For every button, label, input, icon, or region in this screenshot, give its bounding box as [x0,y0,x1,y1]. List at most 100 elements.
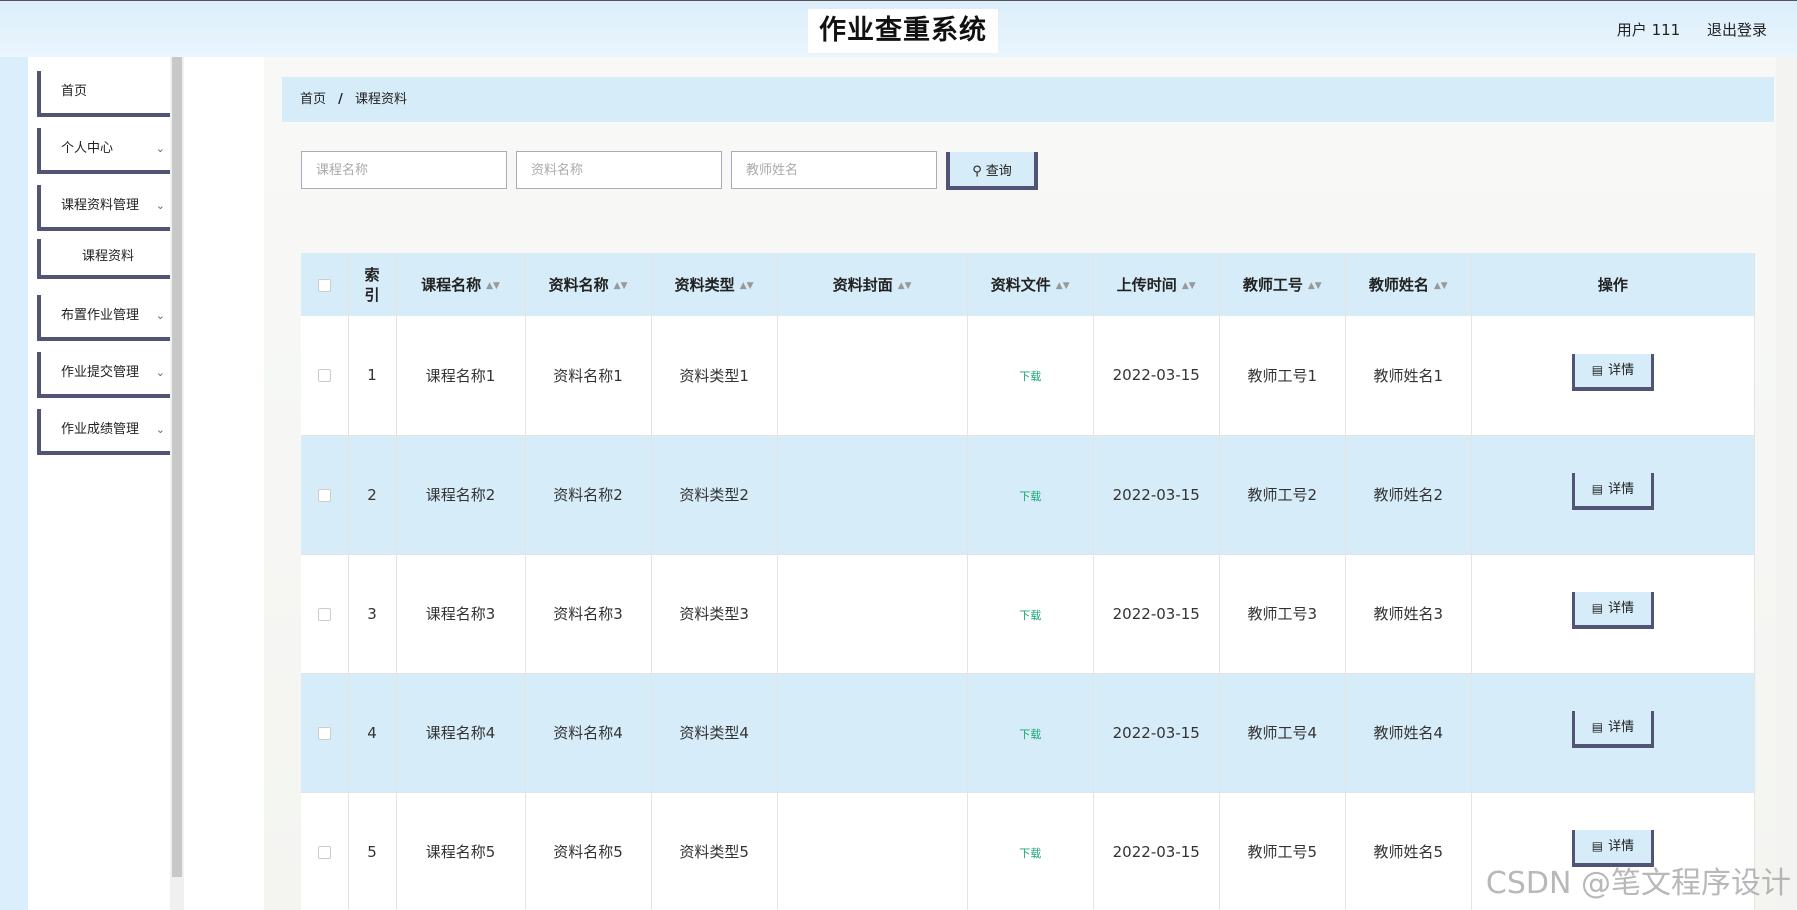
detail-button[interactable]: ▤ 详情 [1571,473,1654,510]
sidebar-item-home[interactable]: 首页 [37,71,179,117]
row-checkbox[interactable] [317,369,331,383]
sort-icon[interactable]: ▲▼ [614,281,628,291]
cell-material-cover [777,316,968,436]
detail-button[interactable]: ▤ 详情 [1571,592,1654,629]
chevron-down-icon: ⌄ [155,366,165,379]
breadcrumb-home[interactable]: 首页 [300,92,326,107]
column-header-teacher-name[interactable]: 教师姓名 ▲▼ [1345,253,1472,316]
column-header-material-type[interactable]: 资料类型 ▲▼ [651,253,778,316]
cell-material-cover [777,435,968,555]
app-title: 作业查重系统 [808,9,998,53]
column-header-teacher-id[interactable]: 教师工号 ▲▼ [1219,253,1346,316]
cell-course-name: 课程名称4 [396,673,526,793]
table-row: 2 课程名称2 资料名称2 资料类型2 下载 2022-03-15 教师工号2 … [301,435,1755,555]
sidebar-item-personal-center[interactable]: 个人中心 ⌄ [37,128,179,174]
top-bar: 作业查重系统 用户 111 退出登录 [0,0,1797,57]
cell-teacher-id: 教师工号4 [1219,673,1346,793]
column-header-course-name[interactable]: 课程名称 ▲▼ [396,253,526,316]
chevron-down-icon: ⌄ [155,199,165,212]
chevron-down-icon: ⌄ [155,142,165,155]
search-button[interactable]: ⚲ 查询 [946,152,1038,190]
document-icon: ▤ [1591,839,1604,853]
table-header-row: 索引 课程名称 ▲▼ 资料名称 ▲▼ 资料类型 ▲▼ 资料封面 ▲▼ 资料文件 ▲▼ 上传… [301,253,1755,316]
sidebar-subitem-course-materials[interactable]: 课程资料 [37,239,179,279]
sidebar-item-label: 作业提交管理 [61,365,140,380]
chevron-down-icon: ⌄ [155,309,165,322]
column-header-material-cover[interactable]: 资料封面 ▲▼ [777,253,968,316]
cell-material-name: 资料名称1 [525,316,652,436]
cell-material-name: 资料名称2 [525,435,652,555]
sidebar-item-label: 作业成绩管理 [61,422,140,437]
sidebar-item-assign-homework-management[interactable]: 布置作业管理 ⌄ [37,295,179,341]
row-checkbox[interactable] [317,488,331,502]
table-row: 1 课程名称1 资料名称1 资料类型1 下载 2022-03-15 教师工号1 … [301,316,1755,436]
document-icon: ▤ [1591,362,1604,377]
cell-material-cover [777,554,968,674]
sort-icon[interactable]: ▲▼ [898,281,912,291]
download-link[interactable]: 下载 [1019,847,1041,860]
sidebar-item-homework-grades-management[interactable]: 作业成绩管理 ⌄ [37,409,179,455]
sort-icon[interactable]: ▲▼ [1182,281,1196,291]
download-link[interactable]: 下载 [1019,728,1041,741]
document-icon: ▤ [1591,601,1604,615]
sort-icon[interactable]: ▲▼ [486,281,500,291]
column-header-material-name[interactable]: 资料名称 ▲▼ [525,253,652,316]
sidebar-item-course-materials-management[interactable]: 课程资料管理 ⌄ [37,185,179,231]
sidebar-scrollbar[interactable] [170,57,184,910]
watermark: CSDN @笔文程序设计 [1485,866,1791,901]
cell-teacher-name: 教师姓名5 [1345,792,1472,910]
teacher-name-search-input[interactable] [731,151,937,189]
download-link[interactable]: 下载 [1019,609,1041,622]
detail-button[interactable]: ▤ 详情 [1571,711,1654,748]
cell-material-type: 资料类型3 [651,554,778,674]
column-header-upload-time[interactable]: 上传时间 ▲▼ [1093,253,1220,316]
detail-button[interactable]: ▤ 详情 [1571,353,1654,391]
search-icon: ⚲ [972,163,982,179]
breadcrumb-current: 课程资料 [355,92,408,107]
search-button-label: 查询 [985,163,1012,179]
cell-material-cover [777,792,968,910]
cell-teacher-id: 教师工号2 [1219,435,1346,555]
cell-upload-time: 2022-03-15 [1093,554,1220,674]
sidebar-item-label: 首页 [61,84,88,99]
cell-index: 5 [348,792,397,910]
cell-course-name: 课程名称1 [396,316,526,436]
right-edge-panel [1776,57,1797,910]
course-name-search-input[interactable] [301,151,507,189]
scrollbar-thumb[interactable] [172,57,182,877]
logout-link[interactable]: 退出登录 [1707,21,1767,39]
cell-index: 2 [348,435,397,555]
row-checkbox[interactable] [317,607,331,621]
sidebar-item-homework-submission-management[interactable]: 作业提交管理 ⌄ [37,352,179,398]
cell-material-type: 资料类型5 [651,792,778,910]
cell-material-type: 资料类型4 [651,673,778,793]
sidebar-item-label: 课程资料管理 [61,198,140,213]
cell-teacher-name: 教师姓名2 [1345,435,1472,555]
sort-icon[interactable]: ▲▼ [740,281,754,291]
row-checkbox[interactable] [317,726,331,740]
user-area: 用户 111 退出登录 [1595,19,1767,40]
sidebar-item-label: 个人中心 [61,141,114,156]
select-all-checkbox[interactable] [317,278,331,292]
sort-icon[interactable]: ▲▼ [1434,281,1448,291]
cell-upload-time: 2022-03-15 [1093,792,1220,910]
material-name-search-input[interactable] [516,151,722,189]
cell-upload-time: 2022-03-15 [1093,435,1220,555]
sidebar-background [0,57,28,910]
cell-upload-time: 2022-03-15 [1093,673,1220,793]
user-label: 用户 111 [1616,21,1681,39]
sort-icon[interactable]: ▲▼ [1056,281,1070,291]
sort-icon[interactable]: ▲▼ [1308,281,1322,291]
cell-teacher-name: 教师姓名3 [1345,554,1472,674]
cell-teacher-name: 教师姓名4 [1345,673,1472,793]
column-header-material-file[interactable]: 资料文件 ▲▼ [967,253,1094,316]
download-link[interactable]: 下载 [1019,370,1041,383]
cell-course-name: 课程名称3 [396,554,526,674]
download-link[interactable]: 下载 [1019,490,1041,503]
breadcrumb-separator: / [338,92,343,107]
materials-table-container: 索引 课程名称 ▲▼ 资料名称 ▲▼ 资料类型 ▲▼ 资料封面 ▲▼ 资料文件 ▲▼ 上传… [301,253,1755,910]
cell-course-name: 课程名称2 [396,435,526,555]
sidebar-subitem-label: 课程资料 [81,249,134,264]
row-checkbox[interactable] [317,845,331,859]
cell-material-type: 资料类型1 [651,316,778,436]
